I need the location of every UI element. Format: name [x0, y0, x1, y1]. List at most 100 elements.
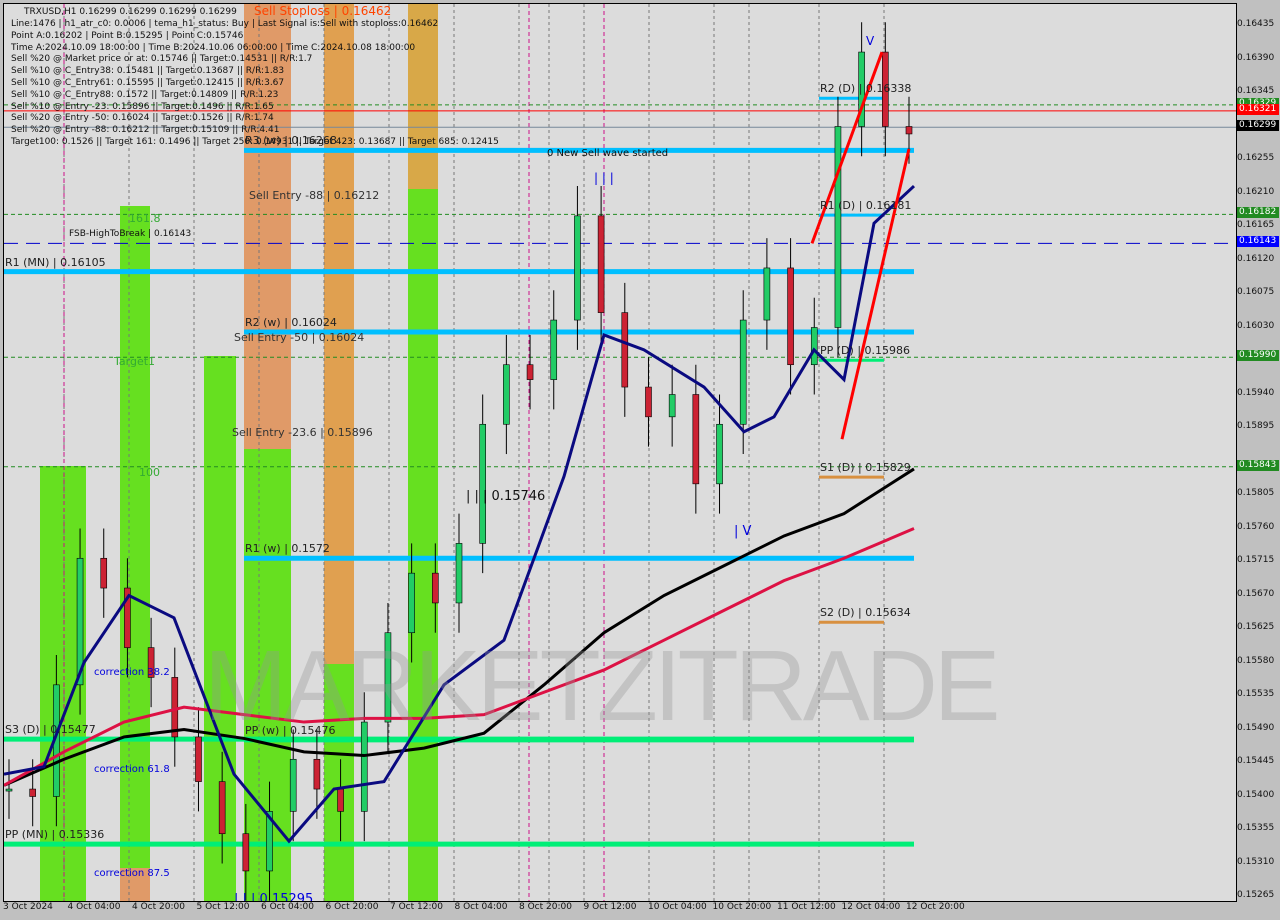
candle-body	[692, 394, 700, 485]
pivot-level-label: S2 (D) | 0.15634	[820, 606, 911, 620]
x-tick-label: 3 Oct 2024	[3, 902, 53, 912]
info-line: Sell %20 @ Entry -88: 0.16212 || Target:…	[11, 125, 280, 136]
y-tick-label: 0.15895	[1237, 421, 1275, 431]
candle-body	[834, 126, 842, 328]
candle-body	[621, 312, 629, 388]
price-tag: 0.15843	[1237, 459, 1279, 471]
chart-annotation: FSB-HighToBreak | 0.16143	[69, 229, 192, 239]
info-line: Point A:0.16202 | Point B:0.15295 | Poin…	[11, 30, 244, 41]
pivot-level-label: PP (D) | 0.15986	[820, 344, 911, 358]
candle-body	[574, 215, 581, 321]
info-line: Sell %10 @ C_Entry61: 0.15595 || Target:…	[11, 78, 285, 88]
x-tick-label: 12 Oct 04:00	[841, 902, 901, 912]
info-line: Sell %10 @ C_Entry38: 0.15481 || Target:…	[11, 66, 285, 77]
x-tick-label: 4 Oct 04:00	[67, 902, 121, 912]
pivot-level-label: PP (MN) | 0.15336	[5, 828, 105, 842]
chart-annotation: 100	[139, 466, 160, 479]
y-tick-label: 0.15310	[1237, 856, 1275, 867]
symbol-header: TRXUSD,H1 0.16299 0.16299 0.16299 0.1629…	[24, 7, 237, 17]
chart-annotation: Sell Stoploss | 0.16462	[254, 4, 392, 18]
y-tick-label: 0.16345	[1237, 86, 1275, 96]
session-band-orange	[408, 4, 438, 189]
candle-body	[313, 758, 321, 790]
y-tick-label: 0.16435	[1237, 19, 1275, 29]
x-tick-label: 11 Oct 12:00	[777, 902, 836, 912]
x-tick-label: 10 Oct 04:00	[648, 902, 707, 912]
y-tick-label: 0.16390	[1237, 52, 1275, 63]
price-tag: 0.16182	[1237, 207, 1279, 219]
candle-body	[218, 781, 226, 835]
candle-body	[763, 267, 771, 321]
info-line: Sell %20 @ Market price or at: 0.15746 |…	[11, 54, 313, 65]
candle-body	[5, 788, 13, 792]
trendline-red	[840, 148, 911, 440]
chart-annotation: Sell Entry -50 | 0.16024	[234, 331, 365, 344]
chart-annotation: Sell Entry -23.6 | 0.15896	[232, 426, 373, 439]
pivot-level-label: R3 (w) | 0.16268	[245, 134, 337, 148]
y-tick-label: 0.16075	[1237, 287, 1275, 297]
candle-body	[171, 677, 179, 738]
chart-annotation: | | |	[594, 171, 614, 185]
chart-annotation: correction 38.2	[94, 667, 170, 678]
pivot-level-label: S1 (D) | 0.15829	[820, 461, 911, 475]
candle-body	[479, 423, 486, 544]
x-tick-label: 6 Oct 20:00	[325, 902, 379, 912]
pivot-level-label: R1 (w) | 0.1572	[245, 542, 330, 556]
price-tag: 0.16143	[1237, 236, 1279, 248]
pivot-level-label: R2 (w) | 0.16024	[245, 315, 337, 329]
x-tick-label: 10 Oct 20:00	[712, 902, 772, 912]
price-tag: 0.16321	[1237, 103, 1279, 115]
session-band-green	[408, 189, 438, 901]
candle-body	[739, 319, 747, 425]
candle-body	[289, 758, 297, 812]
chart-annotation: V	[866, 34, 875, 48]
candle-body	[455, 543, 463, 604]
y-tick-label: 0.15490	[1237, 722, 1275, 733]
session-band-green	[120, 206, 150, 901]
y-tick-label: 0.15940	[1237, 387, 1275, 398]
chart-annotation: Sell Entry -88 | 0.16212	[249, 189, 380, 202]
x-tick-label: 8 Oct 04:00	[454, 902, 508, 912]
pivot-level-label: PP (w) | 0.15476	[245, 723, 336, 737]
x-tick-label: 9 Oct 12:00	[583, 902, 637, 912]
candle-body	[195, 736, 202, 782]
chart-annotation: Target1	[114, 355, 156, 368]
y-tick-label: 0.15715	[1237, 555, 1275, 565]
candle-body	[29, 788, 36, 797]
y-tick-label: 0.15760	[1237, 521, 1275, 532]
info-line: Line:1476 | h1_atr_c0: 0.0006 | tema_h1_…	[11, 19, 439, 29]
chart-annotation: 161.8	[129, 212, 161, 225]
pivot-level-label: S3 (D) | 0.15477	[5, 723, 96, 737]
y-tick-label: 0.15355	[1237, 823, 1275, 833]
chart-annotation: | | | 0.15295	[234, 892, 314, 902]
candle-body	[503, 364, 510, 425]
candle-body	[337, 788, 344, 812]
pivot-level-label: R1 (MN) | 0.16105	[5, 255, 106, 269]
info-line: Sell %20 @ Entry -50: 0.16024 || Target:…	[11, 113, 274, 124]
y-tick-label: 0.16255	[1237, 153, 1275, 163]
y-tick-label: 0.15805	[1237, 488, 1275, 498]
x-tick-label: 6 Oct 04:00	[261, 902, 314, 912]
y-tick-label: 0.15670	[1237, 588, 1275, 599]
x-tick-label: 5 Oct 12:00	[196, 902, 250, 912]
candle-body	[408, 572, 415, 634]
candle-body	[526, 364, 534, 380]
chart-plot-area[interactable]: MARKETZITRADE TRXUSD,H1 0.16299 0.16299 …	[3, 3, 1237, 902]
info-line: Time A:2024.10.09 18:00:00 | Time B:2024…	[11, 42, 416, 53]
pivot-level-label: R1 (D) | 0.16181	[820, 199, 912, 213]
price-tag: 0.16299	[1237, 120, 1279, 132]
y-tick-label: 0.15625	[1237, 622, 1275, 632]
candle-body	[905, 126, 913, 135]
candle-body	[716, 423, 723, 485]
pivot-level-label: R2 (D) | 0.16338	[820, 82, 912, 96]
y-tick-label: 0.15400	[1237, 789, 1275, 800]
chart-annotation: | | | 0.15746	[466, 489, 546, 504]
info-line: Sell %10 @ Entry -23: 0.15896 || Target:…	[11, 101, 274, 112]
candle-body	[432, 572, 439, 604]
y-tick-label: 0.15265	[1237, 890, 1275, 900]
chart-annotation: 0 New Sell wave started	[547, 148, 669, 159]
y-tick-label: 0.16030	[1237, 320, 1275, 331]
x-tick-label: 7 Oct 12:00	[390, 902, 443, 912]
candle-body	[810, 327, 818, 366]
candle-body	[645, 386, 652, 418]
